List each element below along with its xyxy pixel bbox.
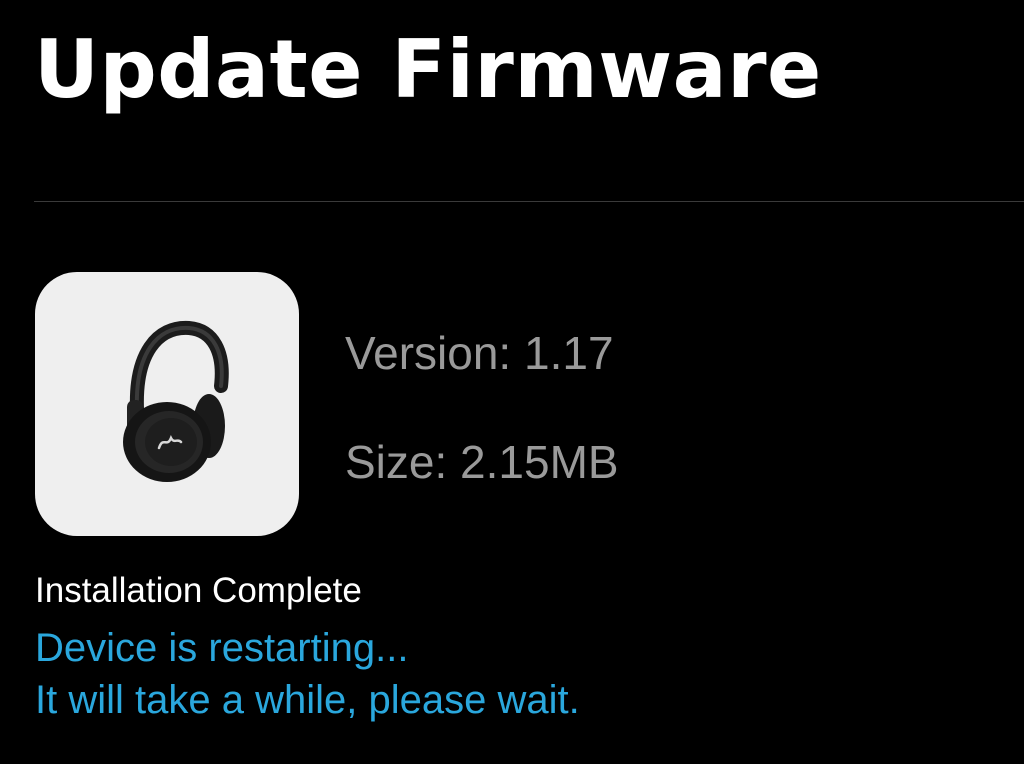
restart-message: Device is restarting... — [35, 626, 409, 670]
device-image-tile — [35, 272, 299, 536]
installation-status: Installation Complete — [35, 571, 362, 610]
page-title: Update Firmware — [34, 23, 822, 116]
wait-message: It will take a while, please wait. — [35, 678, 580, 722]
firmware-size: Size: 2.15MB — [345, 436, 619, 488]
header-divider — [34, 201, 1024, 202]
headphones-icon — [123, 320, 229, 482]
firmware-version: Version: 1.17 — [345, 327, 614, 379]
